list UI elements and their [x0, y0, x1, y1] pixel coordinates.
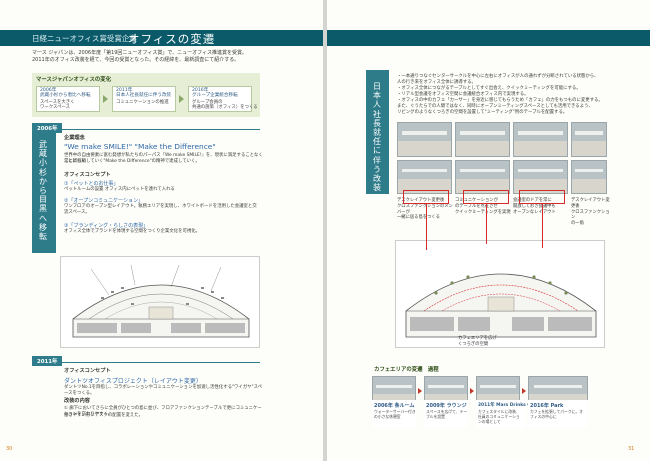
cafe-label: カフェエリアの変遷 過程 — [374, 367, 439, 373]
floor-plan-2006 — [60, 256, 260, 348]
arrow-right-icon — [103, 95, 108, 103]
office-photo — [455, 160, 510, 194]
project-title: ダントツオフィスプロジェクト（レイアウト変更） — [64, 378, 202, 385]
cafe-card-desc: ウォーターサーバー付きの小さな休憩室 — [374, 409, 416, 419]
photo-caption-5: カフェエリアを広げ くつろぎの空間 — [458, 336, 497, 347]
cafe-card-2009: 2009年 ラウンジ スペースを広げて、テーブルを設置 — [424, 400, 468, 428]
floor-plan-2011 — [395, 240, 605, 348]
cafe-card-title: 2006年 条ルーム — [374, 403, 415, 409]
era-desc-2: ワークスペース — [40, 105, 71, 110]
cafe-card-desc: スペースを広げて、テーブルを設置 — [426, 409, 468, 419]
arrow-right-icon — [179, 95, 184, 103]
office-photo — [397, 122, 452, 157]
header-band-right — [327, 30, 650, 46]
intro-line-2: 2011年のオフィス改装を経て、今回の受賞となった。その経緯を、最新調査にて紹介… — [32, 57, 240, 63]
concept-1-title: ①「ペットとのお仕事」 — [64, 181, 119, 187]
cafe-card-title: 2016年 Park — [530, 403, 564, 409]
vertical-title-2006: 武蔵小杉から目黒へ移転 — [39, 140, 47, 242]
highlight-box — [463, 190, 509, 204]
section-divider — [32, 129, 260, 130]
cafe-card-desc: カフェを拡張してパークに。オフィスの中心に — [530, 409, 584, 419]
vertical-title-right: 日本人社長就任に伴う改装 — [373, 82, 381, 193]
era-desc: コミュニケーションの推進 — [116, 100, 169, 105]
era-card-2016: 2016年 グループ企業統合移転 グループ会員の 共通の施策（オフィス）をつくる — [188, 86, 258, 112]
philosophy-label: 企業理念 — [64, 135, 85, 141]
cafe-card-title: 2009年 ラウンジ — [426, 403, 467, 409]
office-photo — [455, 122, 510, 157]
cafe-card-2016: 2016年 Park カフェを拡張してパークに。オフィスの中心に — [528, 400, 588, 428]
office-photo — [571, 160, 607, 194]
project-desc: ダントツNo.1を目指し、コラボレーションやコミュニケーションを加速し活性化する… — [64, 385, 263, 396]
era-card-2006: 2006年 武蔵小杉から恵比へ移転 スペースを大きく ワークスペース — [36, 86, 100, 112]
year-tab-2006: 2006年 — [32, 123, 63, 133]
header-kicker: 日経ニューオフィス賞受賞企業 — [32, 34, 137, 43]
concept-label-2011: オフィスコンセプト — [64, 368, 111, 374]
concept-2-title: ②「オープンコミュニケーション」 — [64, 198, 144, 204]
floor-plan-drawing — [72, 264, 250, 338]
office-photo — [513, 122, 568, 157]
arrow-right-icon — [418, 388, 422, 394]
page-number-right: 31 — [628, 446, 635, 452]
year-tab-2011: 2011年 — [32, 356, 63, 366]
cafe-card-2006: 2006年 条ルーム ウォーターサーバー付きの小さな休憩室 — [372, 400, 416, 428]
office-photo — [571, 122, 607, 157]
concept-3-title: ③「ブランディング・らしさの表現」 — [64, 223, 149, 229]
content-desc-2: 働きやすい形にデスクの配置を変えた。 — [64, 413, 144, 418]
office-photo — [513, 160, 568, 194]
history-panel-title: マースジャパンオフィスの変化 — [36, 77, 112, 83]
era-place: 武蔵小杉から恵比へ移転 — [40, 93, 91, 98]
concept-3-desc: オフィス全体でブランドを体現する空間をつくり企業文化を可視化。 — [64, 229, 201, 234]
callout-line — [542, 204, 543, 248]
era-desc-2: 共通の施策（オフィス）をつくる — [192, 105, 258, 110]
concept-1-desc: ペットルームの設置 オフィス内にペットを連れて入れる — [64, 187, 175, 192]
page-title: オフィスの変遷 — [128, 32, 216, 46]
section-divider — [32, 362, 260, 363]
cafe-card-2011: 2011年 Mars Drinks Cafe カフェスタイルに改装、社員のコミュ… — [476, 400, 538, 428]
photo-caption-4: デスクレイアウト変更後 クロスファンクション の一角 — [571, 198, 610, 227]
intro-line-1: マース ジャパンは、2006年度「第19回ニューオフィス賞」で、ニューオフィス推… — [32, 50, 248, 56]
era-card-2011: 2011年 日本人社長就任に伴う改装 コミュニケーションの推進 — [112, 86, 176, 112]
floor-plan-drawing-2011 — [405, 273, 597, 338]
callout-line — [426, 204, 427, 250]
page-number-left: 30 — [6, 446, 13, 452]
philosophy-desc-2: ことに挑戦していく"Make the Difference"の精神で達成していく… — [64, 159, 200, 164]
arrow-right-icon — [470, 388, 474, 394]
concept-label: オフィスコンセプト — [64, 172, 111, 178]
cafe-card-desc: カフェスタイルに改装、社員のコミュニケーションの場として — [478, 409, 520, 424]
era-place: グループ企業統合移転 — [192, 93, 238, 98]
highlight-box — [519, 190, 565, 204]
arrow-right-icon — [522, 388, 526, 394]
era-place: 日本人社長就任に伴う改装 — [116, 93, 172, 98]
highlight-box — [403, 190, 449, 204]
philosophy-quote: "We make SMILE!" "Make the Difference" — [64, 142, 216, 151]
bullet-4c: リビングのようなくつろぎの空間を設置して"ミーティング"用のテーブルを配置する。 — [397, 110, 568, 115]
header-band-left: 日経ニューオフィス賞受賞企業 オフィスの変遷 — [0, 30, 323, 46]
history-panel: マースジャパンオフィスの変化 2006年 武蔵小杉から恵比へ移転 スペースを大き… — [32, 73, 260, 117]
cafe-section-bar: カフェエリアの変遷 過程 — [366, 364, 606, 373]
office-photo — [397, 160, 452, 194]
concept-2-desc: ワンフロアのオープン型レイアウト。執務エリアを実現し、ホワイトボードを活用した会… — [64, 204, 257, 215]
callout-line — [486, 204, 487, 244]
magazine-spread: 日経ニューオフィス賞受賞企業 オフィスの変遷 マース ジャパンは、2006年度「… — [0, 0, 650, 461]
content-label: 改装の内容 — [64, 398, 90, 404]
